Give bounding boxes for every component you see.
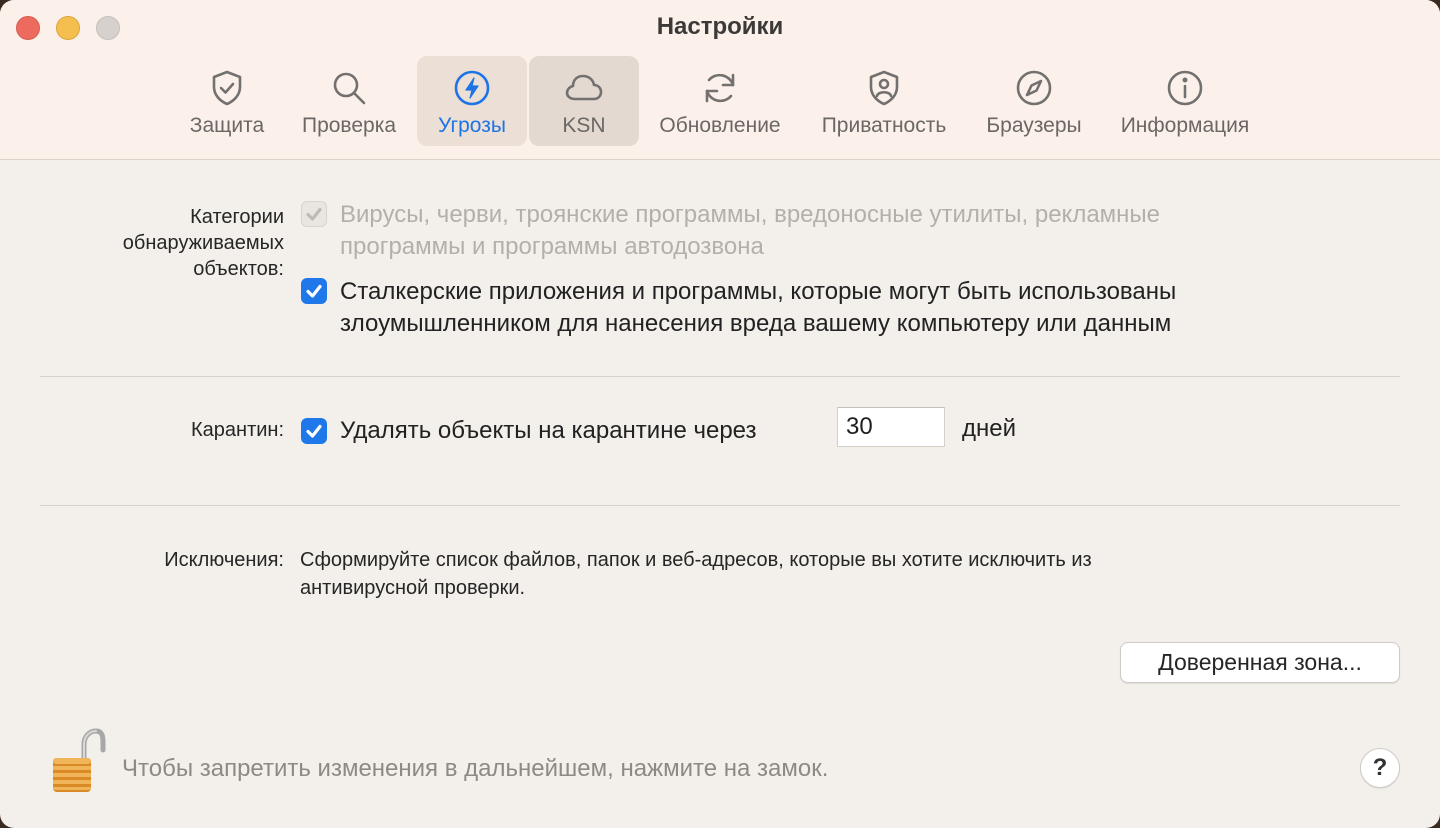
tab-label: Приватность <box>821 114 947 137</box>
tab-threats[interactable]: Угрозы <box>417 56 527 146</box>
preferences-window: Настройки Защита Проверка Угрозы KSN Обн… <box>0 0 1440 828</box>
tab-scan[interactable]: Проверка <box>290 56 408 146</box>
description-line: Сформируйте список файлов, папок и веб-а… <box>300 549 1092 571</box>
exclusions-description: Сформируйте список файлов, папок и веб-а… <box>300 546 1400 602</box>
magnifier-icon <box>329 68 369 108</box>
description-line: антивирусной проверки. <box>300 577 526 599</box>
categories-label-line: объектов: <box>193 258 284 280</box>
shield-check-icon <box>207 68 247 108</box>
categories-label-line: обнаруживаемых <box>122 232 284 254</box>
checkmark-icon <box>306 424 322 438</box>
exclusions-label: Исключения: <box>164 549 284 571</box>
option-line: Сталкерские приложения и программы, кото… <box>340 278 1177 305</box>
tab-information[interactable]: Информация <box>1108 56 1262 146</box>
tab-label: Угрозы <box>438 114 506 137</box>
categories-label-line: Категории <box>190 206 284 228</box>
quarantine-label: Карантин: <box>191 419 284 441</box>
tab-label: KSN <box>562 114 606 137</box>
section-divider <box>40 505 1400 506</box>
trusted-zone-button[interactable]: Доверенная зона... <box>1120 642 1400 683</box>
checkmark-icon <box>306 207 322 221</box>
tab-protection[interactable]: Защита <box>172 56 282 146</box>
lock-hint-text: Чтобы запретить изменения в дальнейшем, … <box>122 755 829 782</box>
viruses-checkbox <box>301 201 327 227</box>
categories-label: Категории обнаруживаемых объектов: <box>60 204 284 282</box>
option-line: программы и программы автодозвона <box>340 233 764 260</box>
tab-label: Браузеры <box>986 114 1082 137</box>
tab-label: Проверка <box>301 114 397 137</box>
tab-browsers[interactable]: Браузеры <box>975 56 1093 146</box>
quarantine-days-input[interactable] <box>837 407 945 447</box>
quarantine-delete-text[interactable]: Удалять объекты на карантине через <box>340 415 757 447</box>
quarantine-days-unit: дней <box>962 415 1017 442</box>
titlebar-toolbar: Настройки Защита Проверка Угрозы KSN Обн… <box>0 0 1440 160</box>
tab-privacy[interactable]: Приватность <box>806 56 962 146</box>
privacy-shield-icon <box>864 68 904 108</box>
stalkerware-option-text[interactable]: Сталкерские приложения и программы, кото… <box>340 276 1400 340</box>
stalkerware-checkbox[interactable] <box>301 278 327 304</box>
info-icon <box>1165 68 1205 108</box>
tab-update[interactable]: Обновление <box>648 56 792 146</box>
tab-label: Информация <box>1120 114 1250 137</box>
checkmark-icon <box>306 284 322 298</box>
refresh-icon <box>700 68 740 108</box>
compass-icon <box>1014 68 1054 108</box>
tab-label: Защита <box>189 114 265 137</box>
tab-ksn[interactable]: KSN <box>529 56 639 146</box>
window-title: Настройки <box>656 13 784 40</box>
option-line: злоумышленником для нанесения вреда ваше… <box>340 310 1172 337</box>
help-button[interactable]: ? <box>1360 748 1400 788</box>
cloud-icon <box>564 68 604 108</box>
tab-label: Обновление <box>659 114 781 137</box>
quarantine-delete-checkbox[interactable] <box>301 418 327 444</box>
viruses-option-text: Вирусы, черви, троянские программы, вред… <box>340 199 1400 263</box>
section-divider <box>40 376 1400 377</box>
lock-icon[interactable] <box>50 728 106 794</box>
option-line: Вирусы, черви, троянские программы, вред… <box>340 201 1161 228</box>
bolt-circle-icon <box>452 68 492 108</box>
